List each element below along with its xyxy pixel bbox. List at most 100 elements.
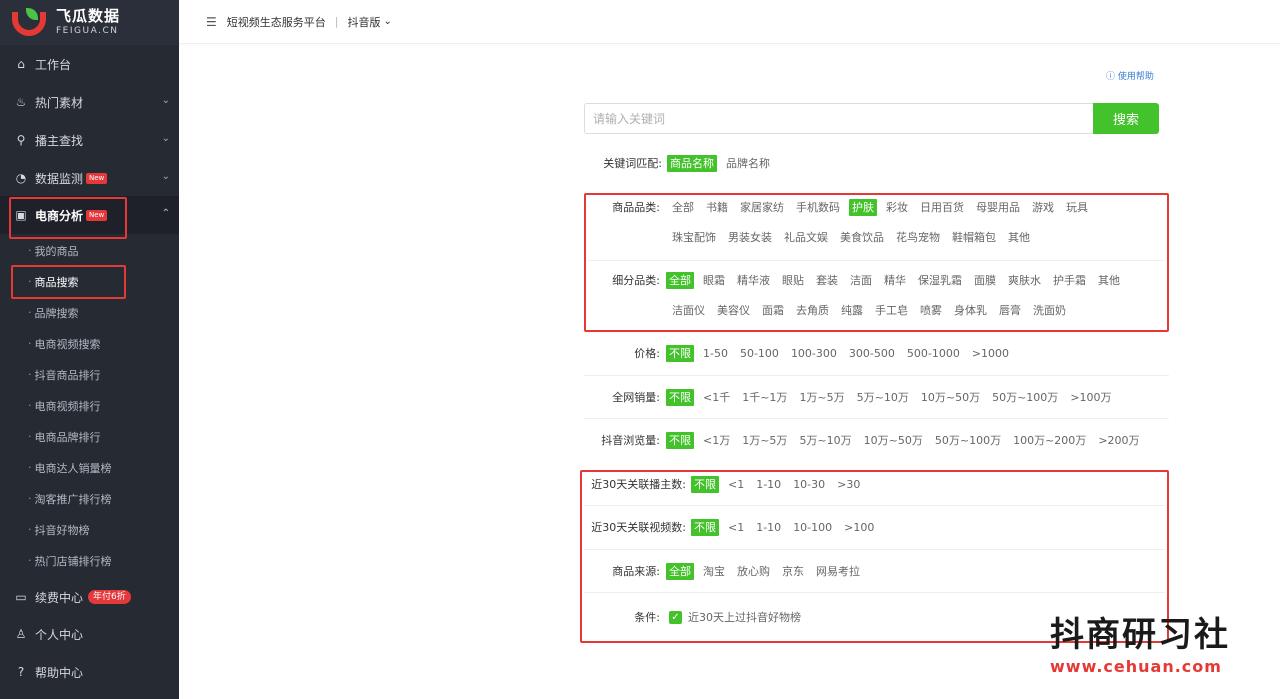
- price-option[interactable]: 300-500: [846, 345, 898, 362]
- subcategory-option[interactable]: 洗面奶: [1030, 302, 1069, 319]
- category-option[interactable]: 花鸟宠物: [893, 229, 943, 246]
- sidebar-item-workbench[interactable]: ⌂ 工作台: [0, 45, 179, 83]
- videos-option-selected[interactable]: 不限: [691, 518, 719, 536]
- sales-option[interactable]: >100万: [1067, 389, 1114, 406]
- videos-option[interactable]: 1-10: [753, 519, 784, 536]
- source-option[interactable]: 京东: [779, 563, 807, 580]
- sub-item-douyin-product-rank[interactable]: 抖音商品排行: [0, 359, 179, 390]
- sub-item-good-products[interactable]: 抖音好物榜: [0, 514, 179, 545]
- option-brand-name[interactable]: 品牌名称: [723, 155, 773, 172]
- subcategory-option-selected[interactable]: 全部: [666, 271, 694, 289]
- price-option[interactable]: >1000: [969, 345, 1012, 362]
- sub-item-influencer-sales[interactable]: 电商达人销量榜: [0, 452, 179, 483]
- category-option[interactable]: 书籍: [703, 199, 731, 216]
- views-option[interactable]: >200万: [1095, 432, 1142, 449]
- category-option[interactable]: 珠宝配饰: [669, 229, 719, 246]
- category-option[interactable]: 手机数码: [793, 199, 843, 216]
- views-option[interactable]: <1万: [700, 432, 733, 449]
- category-option[interactable]: 礼品文娱: [781, 229, 831, 246]
- sidebar-item-renewal[interactable]: ▭ 续费中心 年付6折: [0, 578, 179, 616]
- subcategory-option[interactable]: 洁面仪: [669, 302, 708, 319]
- views-option-selected[interactable]: 不限: [666, 431, 694, 449]
- sales-option[interactable]: 50万~100万: [989, 389, 1061, 406]
- streamers-option[interactable]: 10-30: [790, 476, 828, 493]
- version-selector[interactable]: 抖音版: [347, 14, 380, 30]
- subcategory-option[interactable]: 美容仪: [714, 302, 753, 319]
- subcategory-option[interactable]: 爽肤水: [1005, 272, 1044, 289]
- sidebar-item-hot-materials[interactable]: ♨ 热门素材 ⌄: [0, 83, 179, 121]
- category-option[interactable]: 鞋帽箱包: [949, 229, 999, 246]
- views-option[interactable]: 10万~50万: [861, 432, 926, 449]
- subcategory-option[interactable]: 手工皂: [872, 302, 911, 319]
- sub-item-my-products[interactable]: 我的商品: [0, 235, 179, 266]
- subcategory-option[interactable]: 身体乳: [951, 302, 990, 319]
- views-option[interactable]: 100万~200万: [1010, 432, 1089, 449]
- category-option[interactable]: 日用百货: [917, 199, 967, 216]
- chevron-down-icon[interactable]: ⌄: [383, 16, 391, 27]
- videos-option[interactable]: <1: [725, 519, 747, 536]
- category-option[interactable]: 男装女装: [725, 229, 775, 246]
- sub-item-video-search[interactable]: 电商视频搜索: [0, 328, 179, 359]
- sub-item-taoke-rank[interactable]: 淘客推广排行榜: [0, 483, 179, 514]
- subcategory-option[interactable]: 套装: [813, 272, 841, 289]
- subcategory-option[interactable]: 眼贴: [779, 272, 807, 289]
- category-option[interactable]: 彩妆: [883, 199, 911, 216]
- sub-item-brand-search[interactable]: 品牌搜索: [0, 297, 179, 328]
- views-option[interactable]: 1万~5万: [739, 432, 790, 449]
- subcategory-option[interactable]: 洁面: [847, 272, 875, 289]
- sub-item-brand-rank[interactable]: 电商品牌排行: [0, 421, 179, 452]
- subcategory-option[interactable]: 眼霜: [700, 272, 728, 289]
- price-option-selected[interactable]: 不限: [666, 344, 694, 362]
- source-option[interactable]: 淘宝: [700, 563, 728, 580]
- subcategory-option[interactable]: 面霜: [759, 302, 787, 319]
- sub-item-video-rank[interactable]: 电商视频排行: [0, 390, 179, 421]
- condition-text[interactable]: 近30天上过抖音好物榜: [688, 609, 801, 625]
- sidebar-item-help[interactable]: ? 帮助中心: [0, 653, 179, 691]
- subcategory-option[interactable]: 纯露: [838, 302, 866, 319]
- sales-option[interactable]: <1千: [700, 389, 733, 406]
- category-option-selected[interactable]: 护肤: [849, 198, 877, 216]
- search-button[interactable]: 搜索: [1093, 103, 1159, 134]
- subcategory-option[interactable]: 面膜: [971, 272, 999, 289]
- subcategory-option[interactable]: 护手霜: [1050, 272, 1089, 289]
- price-option[interactable]: 1-50: [700, 345, 731, 362]
- sales-option[interactable]: 5万~10万: [854, 389, 912, 406]
- source-option[interactable]: 网易考拉: [813, 563, 863, 580]
- streamers-option[interactable]: <1: [725, 476, 747, 493]
- subcategory-option[interactable]: 唇膏: [996, 302, 1024, 319]
- category-option[interactable]: 其他: [1005, 229, 1033, 246]
- streamers-option-selected[interactable]: 不限: [691, 475, 719, 493]
- sales-option[interactable]: 10万~50万: [918, 389, 983, 406]
- streamers-option[interactable]: >30: [834, 476, 863, 493]
- source-option-selected[interactable]: 全部: [666, 562, 694, 580]
- subcategory-option[interactable]: 喷雾: [917, 302, 945, 319]
- sales-option[interactable]: 1千~1万: [739, 389, 790, 406]
- sidebar-item-find-streamer[interactable]: ⚲ 播主查找 ⌄: [0, 121, 179, 159]
- subcategory-option[interactable]: 保湿乳霜: [915, 272, 965, 289]
- streamers-option[interactable]: 1-10: [753, 476, 784, 493]
- category-option[interactable]: 母婴用品: [973, 199, 1023, 216]
- subcategory-option[interactable]: 精华: [881, 272, 909, 289]
- category-option[interactable]: 游戏: [1029, 199, 1057, 216]
- price-option[interactable]: 100-300: [788, 345, 840, 362]
- price-option[interactable]: 50-100: [737, 345, 782, 362]
- logo[interactable]: 飞瓜数据 FEIGUA.CN: [0, 0, 179, 45]
- sidebar-item-data-monitor[interactable]: ◔ 数据监测 New ⌄: [0, 159, 179, 197]
- views-option[interactable]: 5万~10万: [796, 432, 854, 449]
- videos-option[interactable]: >100: [841, 519, 877, 536]
- help-link[interactable]: ⓘ 使用帮助: [1106, 69, 1154, 82]
- category-option[interactable]: 玩具: [1063, 199, 1091, 216]
- checkbox-checked-icon[interactable]: ✓: [669, 610, 682, 624]
- menu-icon[interactable]: ☰: [206, 15, 217, 29]
- subcategory-option[interactable]: 去角质: [793, 302, 832, 319]
- category-option[interactable]: 美食饮品: [837, 229, 887, 246]
- sales-option[interactable]: 1万~5万: [796, 389, 847, 406]
- subcategory-option[interactable]: 其他: [1095, 272, 1123, 289]
- views-option[interactable]: 50万~100万: [932, 432, 1004, 449]
- subcategory-option[interactable]: 精华液: [734, 272, 773, 289]
- price-option[interactable]: 500-1000: [904, 345, 963, 362]
- sidebar-item-profile[interactable]: ♙ 个人中心: [0, 615, 179, 653]
- category-option[interactable]: 全部: [669, 199, 697, 216]
- option-product-name[interactable]: 商品名称: [667, 154, 717, 172]
- sub-item-hot-shops[interactable]: 热门店铺排行榜: [0, 545, 179, 576]
